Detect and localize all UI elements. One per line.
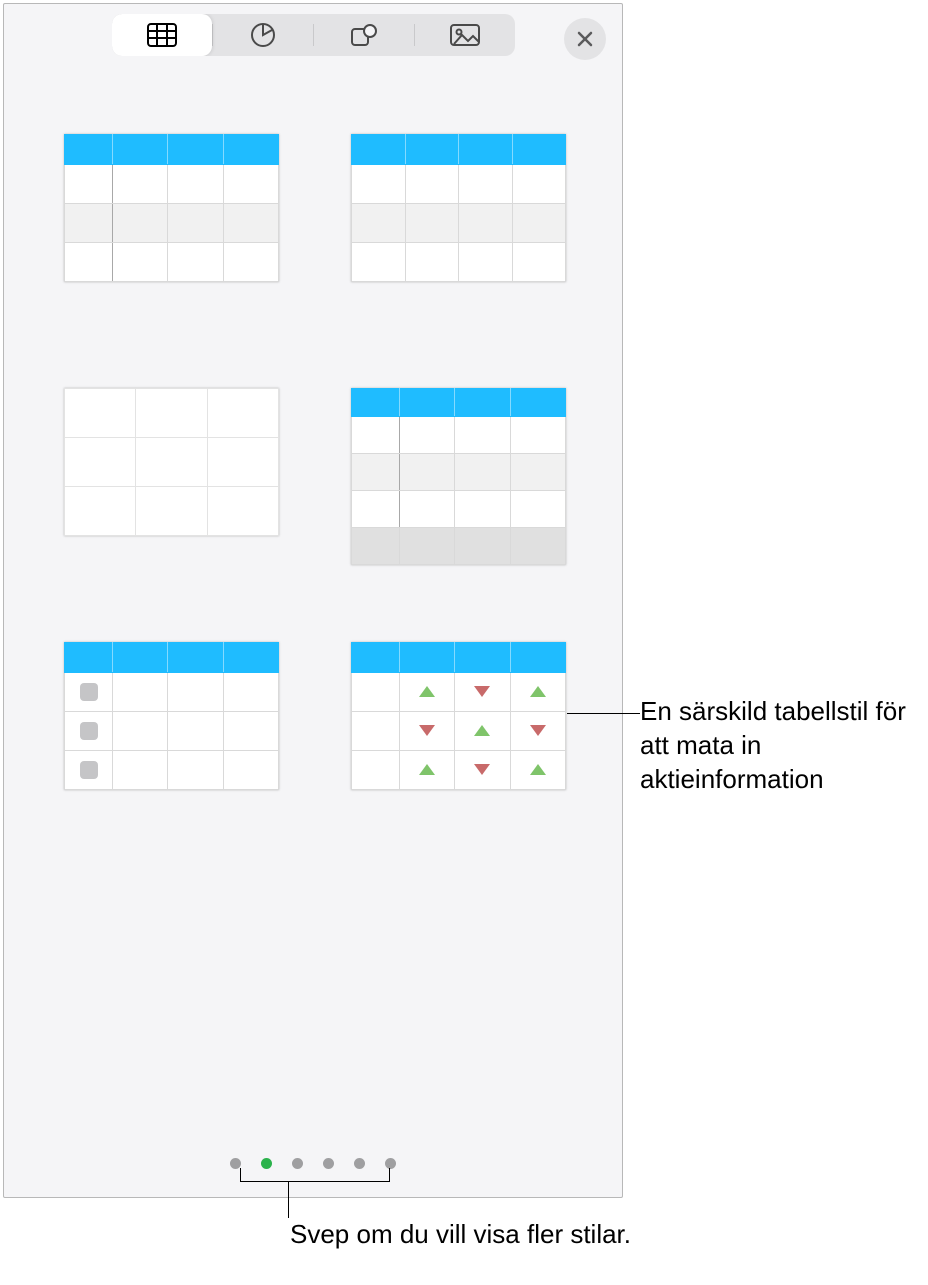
checkbox-icon xyxy=(80,722,98,740)
insert-toolbar xyxy=(4,4,622,66)
insert-panel xyxy=(3,3,623,1198)
media-icon xyxy=(450,24,480,46)
chart-icon xyxy=(250,22,276,48)
checkbox-icon xyxy=(80,683,98,701)
checkbox-icon xyxy=(80,761,98,779)
callout-swipe-hint: Svep om du vill visa fler stilar. xyxy=(290,1218,631,1252)
table-style-stocks[interactable] xyxy=(351,642,566,790)
tab-media[interactable] xyxy=(415,14,515,56)
table-style-checklist[interactable] xyxy=(64,642,279,790)
close-button[interactable] xyxy=(564,18,606,60)
triangle-down-icon xyxy=(474,764,490,775)
triangle-up-icon xyxy=(474,725,490,736)
triangle-down-icon xyxy=(419,725,435,736)
callout-stock-style: En särskild tabellstil för att mata in a… xyxy=(640,695,928,796)
table-style-header-footer[interactable] xyxy=(351,388,566,536)
insert-category-segmented xyxy=(112,14,515,56)
tab-shape[interactable] xyxy=(314,14,414,56)
triangle-up-icon xyxy=(419,764,435,775)
callout-bracket xyxy=(240,1168,390,1182)
close-icon xyxy=(577,31,593,47)
table-style-no-header[interactable] xyxy=(64,388,279,536)
callout-leader-line xyxy=(567,713,640,714)
table-style-blue-header-alt[interactable] xyxy=(64,134,279,282)
triangle-down-icon xyxy=(474,686,490,697)
triangle-up-icon xyxy=(530,686,546,697)
tab-table[interactable] xyxy=(112,14,212,56)
table-styles-grid xyxy=(4,66,622,790)
table-icon xyxy=(147,23,177,47)
shape-icon xyxy=(350,23,378,47)
triangle-up-icon xyxy=(530,764,546,775)
triangle-down-icon xyxy=(530,725,546,736)
callout-bracket-stem xyxy=(288,1182,289,1218)
table-style-blue-header-plain[interactable] xyxy=(351,134,566,282)
triangle-up-icon xyxy=(419,686,435,697)
tab-chart[interactable] xyxy=(213,14,313,56)
